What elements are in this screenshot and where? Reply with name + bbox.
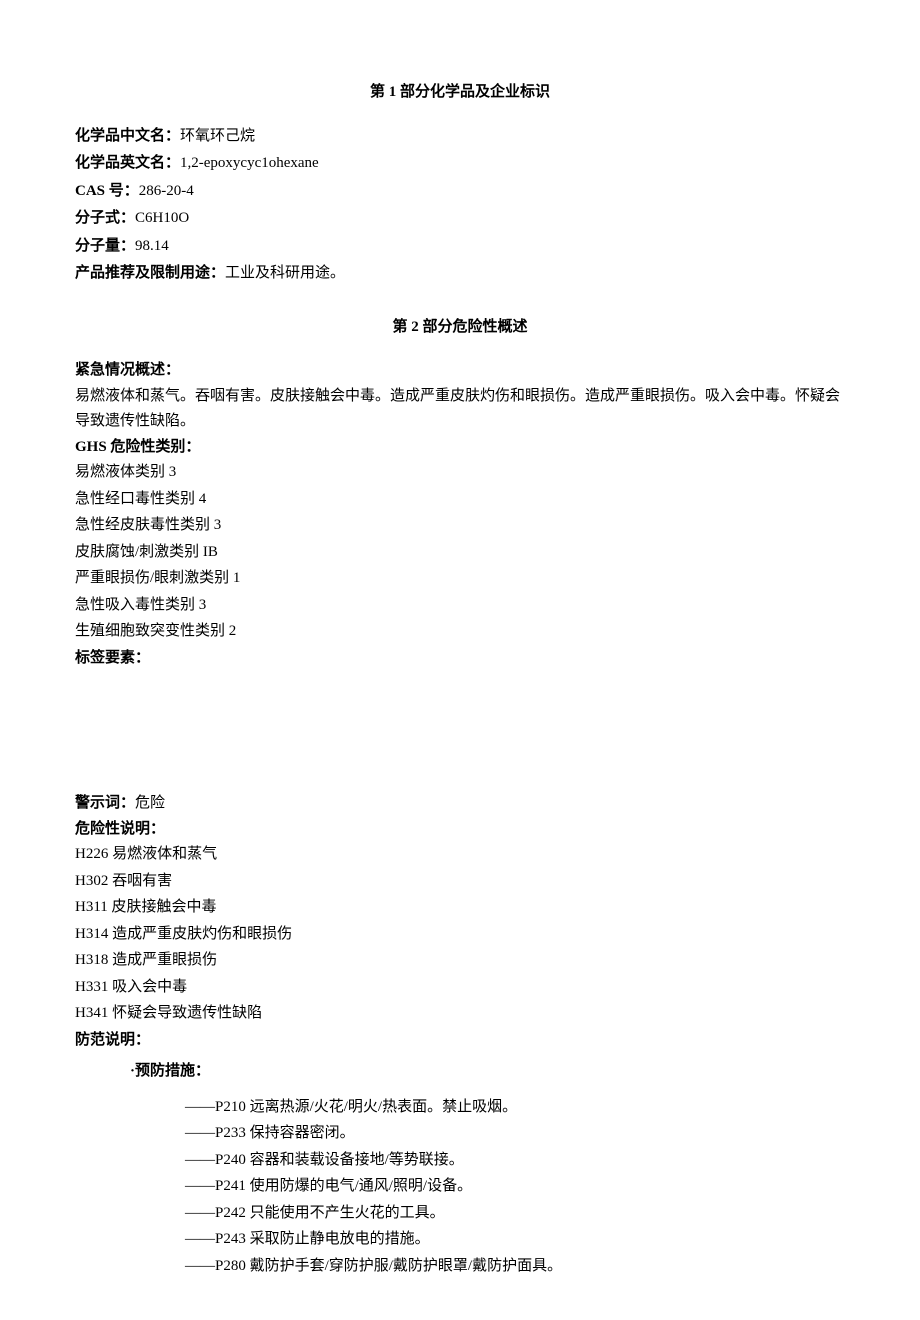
- ghs-label: GHS 危险性类别：: [75, 435, 845, 461]
- ghs-item: 急性经口毒性类别 4: [75, 487, 845, 513]
- emergency-text: 易燃液体和蒸气。吞咽有害。皮肤接触会中毒。造成严重皮肤灼伤和眼损伤。造成严重眼损…: [75, 384, 845, 435]
- cas-row: CAS 号：286-20-4: [75, 179, 845, 205]
- mw-value: 98.14: [135, 238, 169, 254]
- signal-label: 警示词：: [75, 795, 135, 811]
- ghs-item: 易燃液体类别 3: [75, 460, 845, 486]
- section2-heading: 第 2 部分危险性概述: [75, 315, 845, 341]
- mw-label: 分子量：: [75, 238, 135, 254]
- hazard-stmt-list: H226 易燃液体和蒸气H302 吞咽有害H311 皮肤接触会中毒H314 造成…: [75, 842, 845, 1027]
- prevention-list: ——P210 远离热源/火花/明火/热表面。禁止吸烟。——P233 保持容器密闭…: [75, 1095, 845, 1280]
- prevention-item: ——P241 使用防爆的电气/通风/照明/设备。: [185, 1174, 845, 1200]
- name-cn-value: 环氧环己烷: [180, 128, 255, 144]
- ghs-item: 急性吸入毒性类别 3: [75, 593, 845, 619]
- prevention-item: ——P210 远离热源/火花/明火/热表面。禁止吸烟。: [185, 1095, 845, 1121]
- hazard-item: H318 造成严重眼损伤: [75, 948, 845, 974]
- prevention-item: ——P233 保持容器密闭。: [185, 1121, 845, 1147]
- cas-label: CAS: [75, 183, 105, 199]
- signal-value: 危险: [135, 795, 165, 811]
- heading-prefix: 第: [370, 84, 385, 100]
- ghs-item: 急性经皮肤毒性类别 3: [75, 513, 845, 539]
- formula-label: 分子式：: [75, 210, 135, 226]
- emergency-label: 紧急情况概述：: [75, 358, 845, 384]
- pictogram-placeholder: [75, 671, 845, 791]
- name-cn-row: 化学品中文名：环氧环己烷: [75, 124, 845, 150]
- precaution-label: 防范说明：: [75, 1028, 845, 1054]
- name-en-label: 化学品英文名：: [75, 155, 180, 171]
- prevention-item: ——P242 只能使用不产生火花的工具。: [185, 1201, 845, 1227]
- prevention-item: ——P240 容器和装载设备接地/等势联接。: [185, 1148, 845, 1174]
- prevention-item: ——P243 采取防止静电放电的措施。: [185, 1227, 845, 1253]
- ghs-list: 易燃液体类别 3急性经口毒性类别 4急性经皮肤毒性类别 3皮肤腐蚀/刺激类别 I…: [75, 460, 845, 645]
- signal-row: 警示词：危险: [75, 791, 845, 817]
- hazard-item: H331 吸入会中毒: [75, 975, 845, 1001]
- heading-suffix: 部分化学品及企业标识: [400, 84, 550, 100]
- section1-heading: 第 1 部分化学品及企业标识: [75, 80, 845, 106]
- hazard-item: H302 吞咽有害: [75, 869, 845, 895]
- formula-row: 分子式：C6H10O: [75, 206, 845, 232]
- heading2-prefix: 第: [392, 319, 407, 335]
- formula-value: C6H10O: [135, 210, 189, 226]
- hazard-item: H226 易燃液体和蒸气: [75, 842, 845, 868]
- name-en-row: 化学品英文名：1,2-epoxycyc1ohexane: [75, 151, 845, 177]
- use-label: 产品推荐及限制用途：: [75, 265, 225, 281]
- hazard-item: H341 怀疑会导致遗传性缺陷: [75, 1001, 845, 1027]
- name-en-value: 1,2-epoxycyc1ohexane: [180, 155, 319, 171]
- cas-label-2: 号：: [105, 183, 139, 199]
- section1-body: 化学品中文名：环氧环己烷 化学品英文名：1,2-epoxycyc1ohexane…: [75, 124, 845, 287]
- section2-body: 紧急情况概述： 易燃液体和蒸气。吞咽有害。皮肤接触会中毒。造成严重皮肤灼伤和眼损…: [75, 358, 845, 1279]
- heading2-suffix: 部分危险性概述: [423, 319, 528, 335]
- use-row: 产品推荐及限制用途：工业及科研用途。: [75, 261, 845, 287]
- use-value: 工业及科研用途。: [225, 265, 345, 281]
- heading2-number: 2: [408, 319, 423, 335]
- mw-row: 分子量：98.14: [75, 234, 845, 260]
- cas-value: 286-20-4: [139, 183, 194, 199]
- name-cn-label: 化学品中文名：: [75, 128, 180, 144]
- ghs-item: 严重眼损伤/眼刺激类别 1: [75, 566, 845, 592]
- heading-number: 1: [385, 84, 400, 100]
- prevention-header-text: 预防措施：: [135, 1063, 210, 1079]
- ghs-item: 生殖细胞致突变性类别 2: [75, 619, 845, 645]
- hazard-item: H314 造成严重皮肤灼伤和眼损伤: [75, 922, 845, 948]
- hazard-stmt-label: 危险性说明：: [75, 817, 845, 843]
- ghs-item: 皮肤腐蚀/刺激类别 IB: [75, 540, 845, 566]
- label-elements: 标签要素：: [75, 646, 845, 672]
- prevention-header: ·预防措施：: [75, 1059, 845, 1085]
- hazard-item: H311 皮肤接触会中毒: [75, 895, 845, 921]
- prevention-item: ——P280 戴防护手套/穿防护服/戴防护眼罩/戴防护面具。: [185, 1254, 845, 1280]
